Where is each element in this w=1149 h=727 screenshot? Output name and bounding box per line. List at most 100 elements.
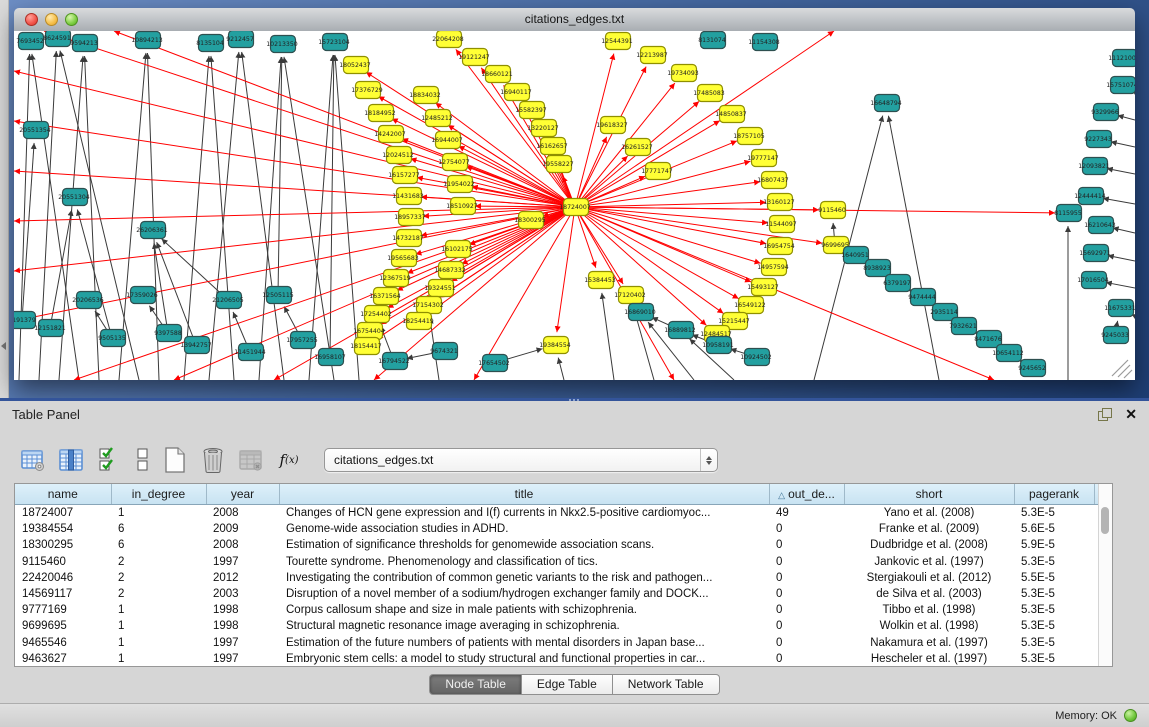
network-canvas[interactable]: 1872400718052437173767291818495214242007…	[14, 31, 1135, 380]
table-cell[interactable]: 0	[769, 651, 844, 667]
graph-node[interactable]: 12024512	[382, 147, 414, 164]
table-cell[interactable]: 2	[111, 570, 206, 586]
table-cell[interactable]: 2012	[206, 570, 279, 586]
graph-node[interactable]: 15493127	[747, 279, 779, 296]
graph-edge[interactable]	[184, 56, 209, 380]
table-row[interactable]: 1456911722003Disruption of a novel membe…	[15, 586, 1100, 602]
graph-edge[interactable]	[888, 116, 939, 380]
graph-edge[interactable]	[1108, 256, 1135, 261]
graph-node[interactable]: 16549122	[734, 297, 766, 314]
table-cell[interactable]: 0	[769, 537, 844, 553]
table-cell[interactable]: Franke et al. (2009)	[844, 521, 1014, 537]
table-cell[interactable]: 0	[769, 521, 844, 537]
graph-edge[interactable]	[14, 207, 575, 271]
graph-node[interactable]: 8624591	[43, 31, 71, 47]
table-cell[interactable]: 1998	[206, 618, 279, 634]
graph-node[interactable]: 19384554	[539, 337, 571, 354]
graph-node[interactable]: 18757105	[733, 128, 765, 145]
close-panel-icon[interactable]: ✕	[1125, 407, 1137, 421]
graph-node[interactable]: 13220127	[527, 120, 559, 137]
graph-node[interactable]: 9245033	[1101, 327, 1129, 344]
graph-node[interactable]: 19734093	[667, 65, 699, 82]
graph-node[interactable]: 18724007	[559, 199, 591, 216]
table-cell[interactable]: 2008	[206, 505, 279, 522]
select-columns-icon[interactable]	[58, 447, 84, 473]
column-header-short[interactable]: short	[844, 484, 1014, 505]
graph-node[interactable]: 17359026	[126, 287, 158, 304]
graph-node[interactable]: 10654112	[992, 345, 1024, 362]
graph-edge[interactable]	[575, 207, 1055, 213]
table-cell[interactable]: 1	[111, 602, 206, 618]
network-window-titlebar[interactable]: citations_edges.txt	[14, 8, 1135, 32]
delete-rows-icon[interactable]	[200, 447, 226, 473]
graph-node[interactable]: 20206536	[72, 292, 104, 309]
table-cell[interactable]: 5.3E-5	[1014, 651, 1094, 667]
table-cell[interactable]: 2	[111, 554, 206, 570]
graph-node[interactable]: 19777147	[747, 150, 779, 167]
graph-node[interactable]: 8115955	[1054, 205, 1082, 222]
table-cell[interactable]: 0	[769, 554, 844, 570]
graph-node[interactable]: 17957255	[286, 332, 318, 349]
table-cell[interactable]: 19384554	[15, 521, 111, 537]
graph-node[interactable]: 13160127	[763, 194, 795, 211]
scrollbar-thumb[interactable]	[1101, 507, 1109, 534]
graph-node[interactable]: 12505115	[262, 287, 294, 304]
table-cell[interactable]: 6	[111, 521, 206, 537]
table-cell[interactable]: 9699695	[15, 618, 111, 634]
graph-node[interactable]: 6379197	[883, 275, 911, 292]
table-cell[interactable]: 22420046	[15, 570, 111, 586]
table-cell[interactable]: 0	[769, 635, 844, 651]
graph-node[interactable]: 7693452	[16, 33, 44, 50]
graph-node[interactable]: 16261527	[621, 139, 653, 156]
table-cell[interactable]: 5.5E-5	[1014, 570, 1094, 586]
table-cell[interactable]: 2008	[206, 537, 279, 553]
graph-node[interactable]: 11954022	[443, 176, 475, 193]
select-all-icon[interactable]	[96, 447, 122, 473]
table-cell[interactable]: Yano et al. (2008)	[844, 505, 1014, 522]
graph-node[interactable]: 12367519	[379, 270, 411, 287]
graph-node[interactable]: 16940117	[500, 84, 532, 101]
table-row[interactable]: 977716911998Corpus callosum shape and si…	[15, 602, 1100, 618]
tab-edge-table[interactable]: Edge Table	[522, 674, 613, 695]
graph-node[interactable]: 14850837	[715, 106, 747, 123]
graph-edge[interactable]	[1113, 228, 1135, 233]
graph-node[interactable]: 19558227	[542, 156, 574, 173]
graph-node[interactable]: 14242007	[374, 126, 406, 143]
graph-node[interactable]: 16889812	[664, 322, 696, 339]
graph-node[interactable]: 9505135	[98, 330, 126, 347]
float-panel-icon[interactable]	[1098, 408, 1112, 421]
table-cell[interactable]: 5.3E-5	[1014, 554, 1094, 570]
table-cell[interactable]: 5.3E-5	[1014, 618, 1094, 634]
table-cell[interactable]: Estimation of significance thresholds fo…	[279, 537, 769, 553]
table-cell[interactable]: 0	[769, 570, 844, 586]
table-cell[interactable]: 1	[111, 505, 206, 522]
graph-node[interactable]: 11675331	[1104, 300, 1135, 317]
graph-node[interactable]: 11121004	[1108, 50, 1135, 67]
graph-node[interactable]: 10924502	[740, 349, 772, 366]
graph-node[interactable]: 16794522	[378, 353, 410, 370]
table-cell[interactable]: 5.3E-5	[1014, 635, 1094, 651]
table-cell[interactable]: 2003	[206, 586, 279, 602]
column-header-name[interactable]: name	[15, 484, 111, 505]
graph-node[interactable]: 9115460	[818, 202, 846, 219]
table-cell[interactable]: 1997	[206, 651, 279, 667]
citation-network-graph[interactable]: 1872400718052437173767291818495214242007…	[14, 31, 1135, 380]
column-header-title[interactable]: title	[279, 484, 769, 505]
deselect-all-icon[interactable]	[134, 447, 150, 473]
graph-node[interactable]: 12151821	[34, 320, 66, 337]
graph-edge[interactable]	[575, 207, 766, 244]
table-cell[interactable]: de Silva et al. (2003)	[844, 586, 1014, 602]
table-cell[interactable]: 5.3E-5	[1014, 602, 1094, 618]
table-selector-combobox[interactable]: citations_edges.txt	[324, 448, 718, 472]
graph-node[interactable]: 15384453	[584, 272, 616, 289]
graph-node[interactable]: 11431683	[392, 188, 424, 205]
column-header-pagerank[interactable]: pagerank	[1014, 484, 1094, 505]
table-cell[interactable]: 9115460	[15, 554, 111, 570]
graph-node[interactable]: 18300295	[514, 212, 546, 229]
graph-node[interactable]: 12444414	[1074, 188, 1106, 205]
graph-edge[interactable]	[557, 207, 575, 332]
graph-node[interactable]: 18184952	[364, 105, 396, 122]
graph-node[interactable]: 12093821	[1078, 158, 1110, 175]
graph-node[interactable]: 16944007	[431, 132, 463, 149]
table-row[interactable]: 1872400712008Changes of HCN gene express…	[15, 505, 1100, 522]
